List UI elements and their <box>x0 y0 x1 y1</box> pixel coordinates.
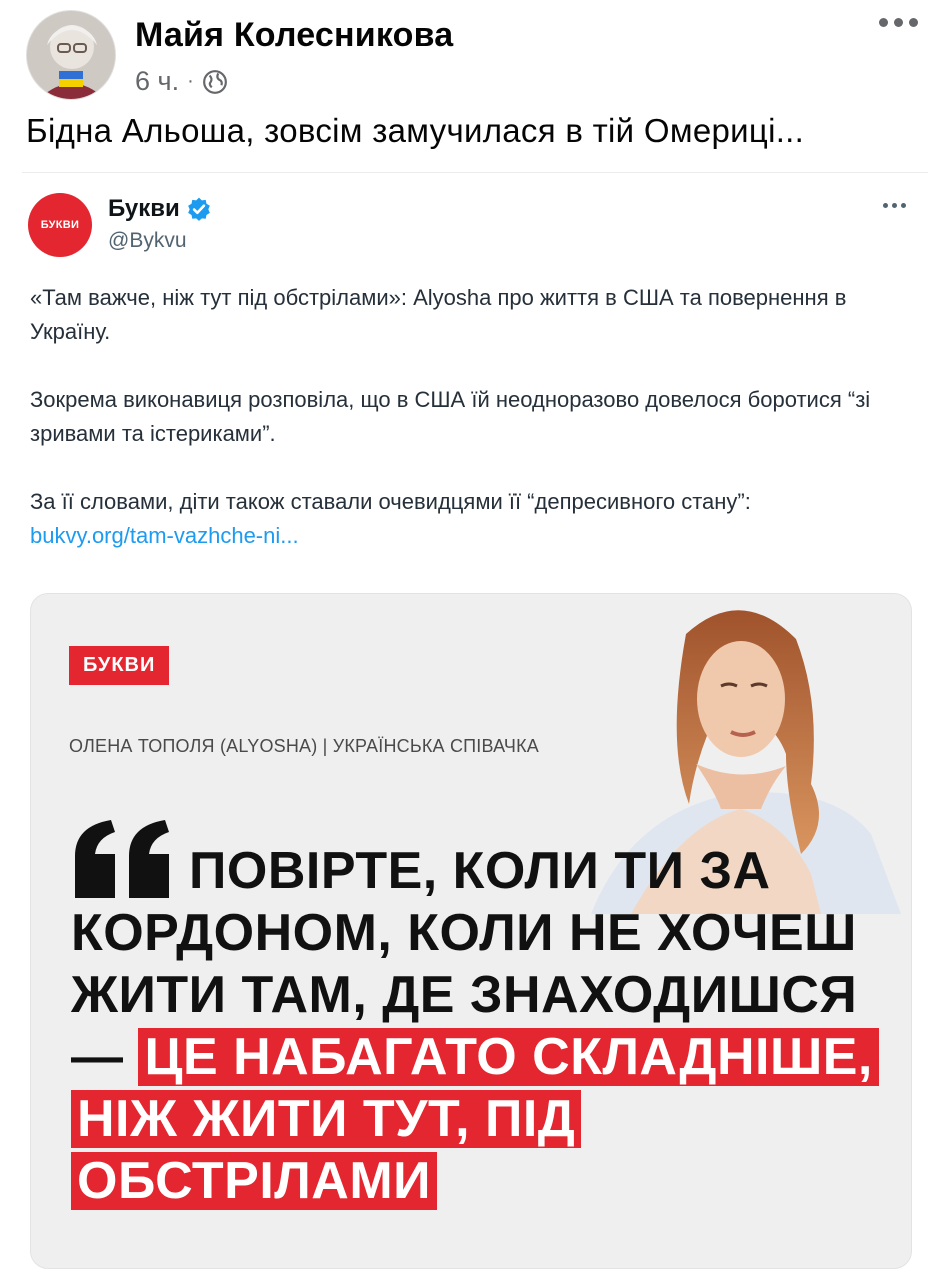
tweet-paragraph: «Там важче, ніж тут під обстрілами»: Aly… <box>30 285 847 344</box>
meta-separator: · <box>187 70 194 92</box>
tweet-paragraph: За її словами, діти також ставали очевид… <box>30 489 751 514</box>
quote-highlight-text: ЦЕ НАБАГАТО СКЛАДНІШЕ, НІЖ ЖИТИ ТУТ, ПІД… <box>71 1028 879 1210</box>
tweet-media-card: БУКВИ ОЛЕНА ТОПОЛЯ (ALYOSHA) | УКРАЇНСЬК… <box>30 593 912 1269</box>
tweet-author-name: Букви <box>108 195 180 222</box>
globe-icon <box>202 69 227 94</box>
more-dot <box>909 18 918 27</box>
post-options-button[interactable] <box>879 18 918 27</box>
post-time[interactable]: 6 ч. <box>135 66 179 97</box>
author-avatar[interactable] <box>26 10 116 100</box>
tweet-avatar-label: БУКВИ <box>40 219 80 231</box>
tweet-avatar: БУКВИ <box>28 193 92 257</box>
card-quote: ПОВІРТЕ, КОЛИ ТИ ЗА КОРДОНОМ, КОЛИ НЕ ХО… <box>71 840 881 1212</box>
verified-badge-icon <box>187 197 210 221</box>
card-logo: БУКВИ <box>69 646 170 685</box>
card-caption: ОЛЕНА ТОПОЛЯ (ALYOSHA) | УКРАЇНСЬКА СПІВ… <box>69 736 539 756</box>
more-dot <box>892 203 897 208</box>
more-dot <box>883 203 888 208</box>
tweet-paragraph: Зокрема виконавиця розповіла, що в США ї… <box>30 387 871 446</box>
avatar-photo-icon <box>27 11 115 99</box>
tweet-handle: @Bykvu <box>108 229 187 252</box>
more-dot <box>901 203 906 208</box>
embedded-tweet-image[interactable]: БУКВИ Букви @Bykvu «Там важче, ніж тут п… <box>22 172 928 1280</box>
more-dot <box>894 18 903 27</box>
tweet-more-icon <box>883 203 906 208</box>
tweet-link: bukvy.org/tam-vazhche-ni... <box>30 523 299 548</box>
more-dot <box>879 18 888 27</box>
tweet-name-row: Букви <box>108 195 212 223</box>
post-meta: 6 ч. · <box>135 66 228 97</box>
post-text: Бідна Альоша, зовсім замучилася в тій Ом… <box>26 112 805 149</box>
tweet-body: «Там важче, ніж тут під обстрілами»: Aly… <box>30 281 910 553</box>
author-name[interactable]: Майя Колесникова <box>135 16 453 55</box>
